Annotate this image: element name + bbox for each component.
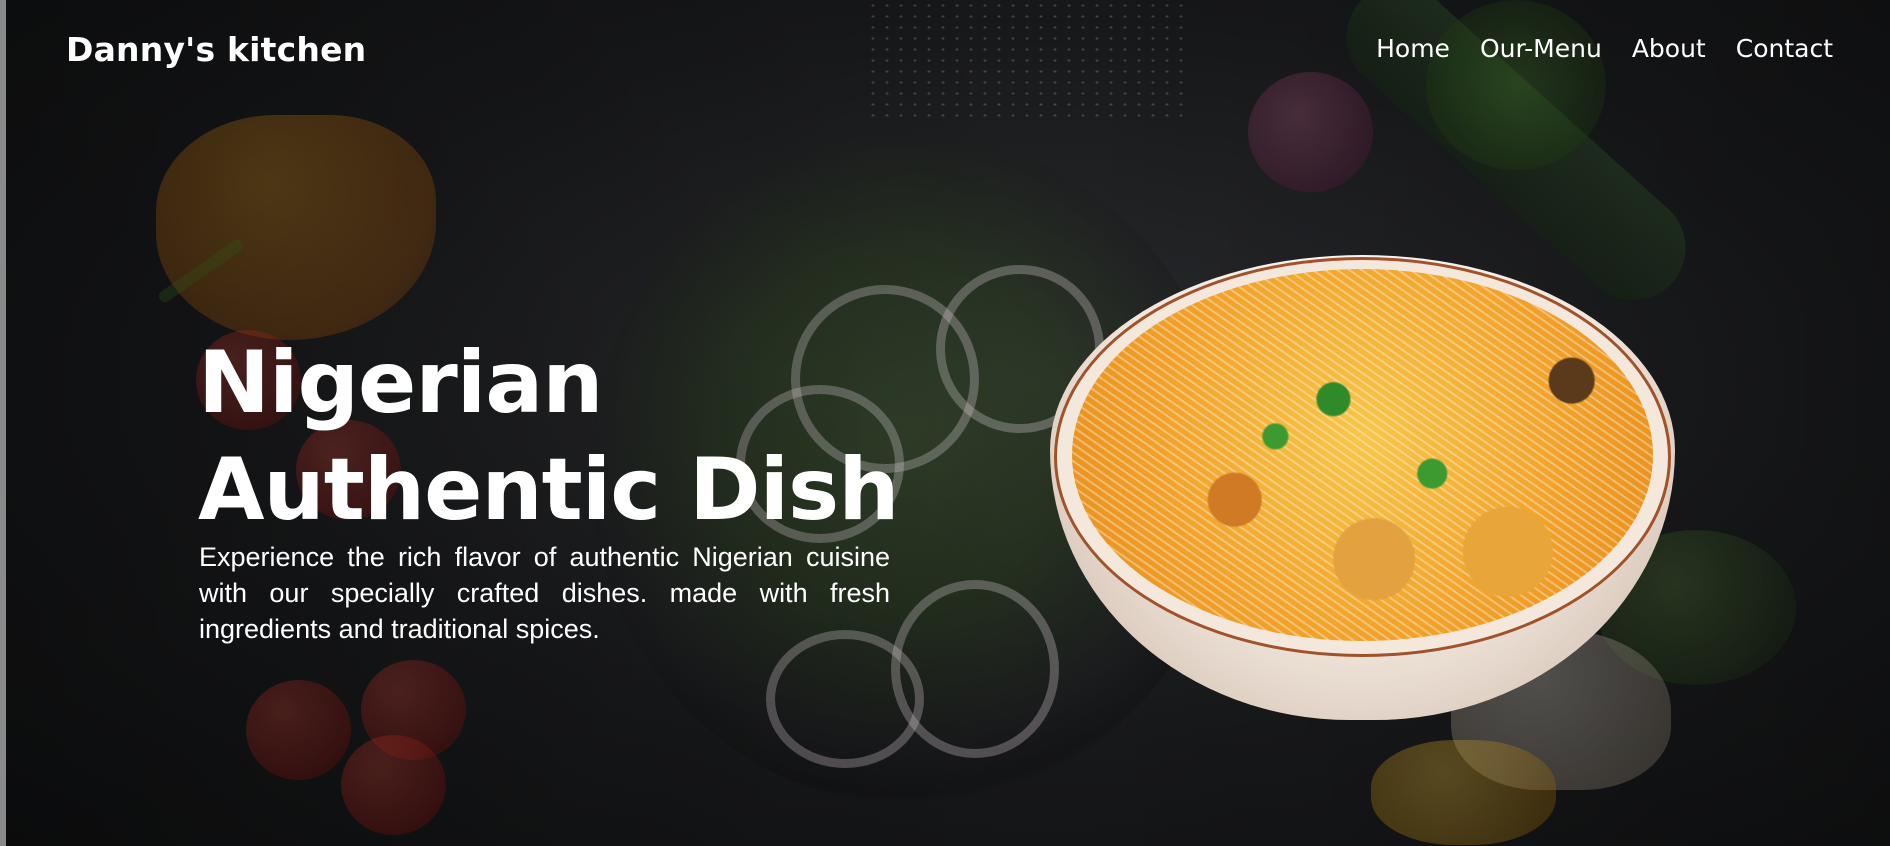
rice-bowl-image: [1050, 255, 1675, 720]
main-nav: Home Our-Menu About Contact: [1376, 34, 1833, 63]
hero-description: Experience the rich flavor of authentic …: [199, 542, 890, 644]
hero-headline: Nigerian Authentic Dish: [198, 330, 978, 544]
nav-about-link[interactable]: About: [1632, 34, 1706, 63]
jollof-rice: [1072, 269, 1653, 641]
nav-menu-link[interactable]: Our-Menu: [1480, 34, 1602, 63]
nav-home-link[interactable]: Home: [1376, 34, 1450, 63]
nav-contact-link[interactable]: Contact: [1736, 34, 1833, 63]
headline-line-2: Authentic Dish: [198, 440, 899, 540]
hero-section: Danny's kitchen Home Our-Menu About Cont…: [6, 0, 1890, 846]
brand-logo[interactable]: Danny's kitchen: [66, 30, 366, 69]
headline-line-1: Nigerian: [198, 333, 604, 433]
